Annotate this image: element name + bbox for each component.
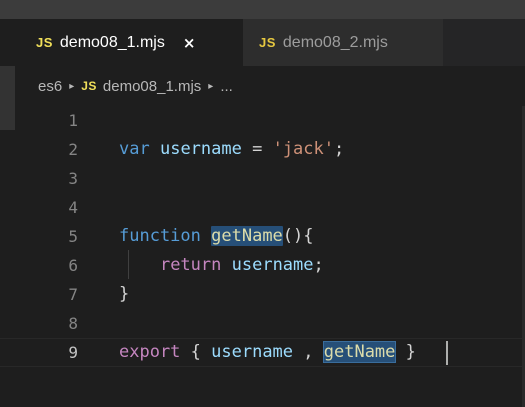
line-number: 8 [68, 314, 78, 333]
javascript-file-icon: JS [36, 35, 53, 50]
keyword: export [119, 342, 181, 362]
line-number: 7 [68, 285, 78, 304]
line-number: 1 [68, 111, 78, 130]
tab-demo08-2[interactable]: JS demo08_2.mjs [243, 19, 443, 66]
code-line: return username; [119, 251, 324, 280]
text-cursor [446, 341, 448, 365]
breadcrumb-file[interactable]: demo08_1.mjs [103, 78, 201, 95]
punctuation: (){ [282, 226, 314, 246]
code-line: } [119, 280, 129, 309]
line-number: 6 [68, 256, 78, 275]
punctuation: , [293, 342, 324, 362]
code-line: function getName(){ [119, 222, 314, 251]
tab-label: demo08_1.mjs [59, 33, 165, 51]
punctuation: ; [334, 139, 345, 159]
code-line: export { username , getName } [119, 338, 416, 367]
tab-bar-gap [0, 19, 22, 66]
keyword: return [159, 255, 222, 275]
tab-bar: JS demo08_1.mjs × JS demo08_2.mjs [0, 19, 525, 66]
variable: username [231, 255, 314, 275]
operator: = [241, 139, 273, 159]
punctuation: } [119, 284, 130, 304]
tab-label: demo08_2.mjs [282, 33, 388, 51]
string: 'jack' [272, 139, 334, 159]
keyword: function [119, 226, 201, 246]
javascript-file-icon: JS [259, 35, 276, 50]
tab-demo08-1[interactable]: JS demo08_1.mjs × [22, 19, 243, 66]
function-name: getName [211, 226, 283, 246]
code-area[interactable]: var username = 'jack'; function getName(… [119, 106, 416, 363]
punctuation: ; [313, 255, 324, 275]
code-line: var username = 'jack'; [119, 135, 344, 164]
keyword: var [119, 139, 150, 159]
breadcrumb: es6 ▸ JS demo08_1.mjs ▸ ... [0, 66, 525, 106]
chevron-right-icon: ▸ [208, 80, 214, 92]
breadcrumb-folder[interactable]: es6 [38, 78, 62, 95]
title-strip [0, 0, 525, 19]
javascript-file-icon: JS [81, 79, 97, 93]
line-number: 2 [68, 140, 78, 159]
line-number: 5 [68, 227, 78, 246]
punctuation: { [180, 342, 212, 362]
editor-window: JS demo08_1.mjs × JS demo08_2.mjs es6 ▸ … [0, 0, 525, 407]
line-number: 3 [68, 169, 78, 188]
punctuation: } [395, 342, 416, 362]
line-number: 4 [68, 198, 78, 217]
function-name-selected: getName [322, 341, 397, 363]
variable: username [159, 139, 242, 159]
chevron-right-icon: ▸ [69, 80, 75, 92]
line-number-current: 9 [68, 343, 78, 362]
breadcrumb-more[interactable]: ... [220, 78, 233, 95]
close-icon[interactable]: × [183, 34, 196, 52]
variable: username [211, 342, 294, 362]
